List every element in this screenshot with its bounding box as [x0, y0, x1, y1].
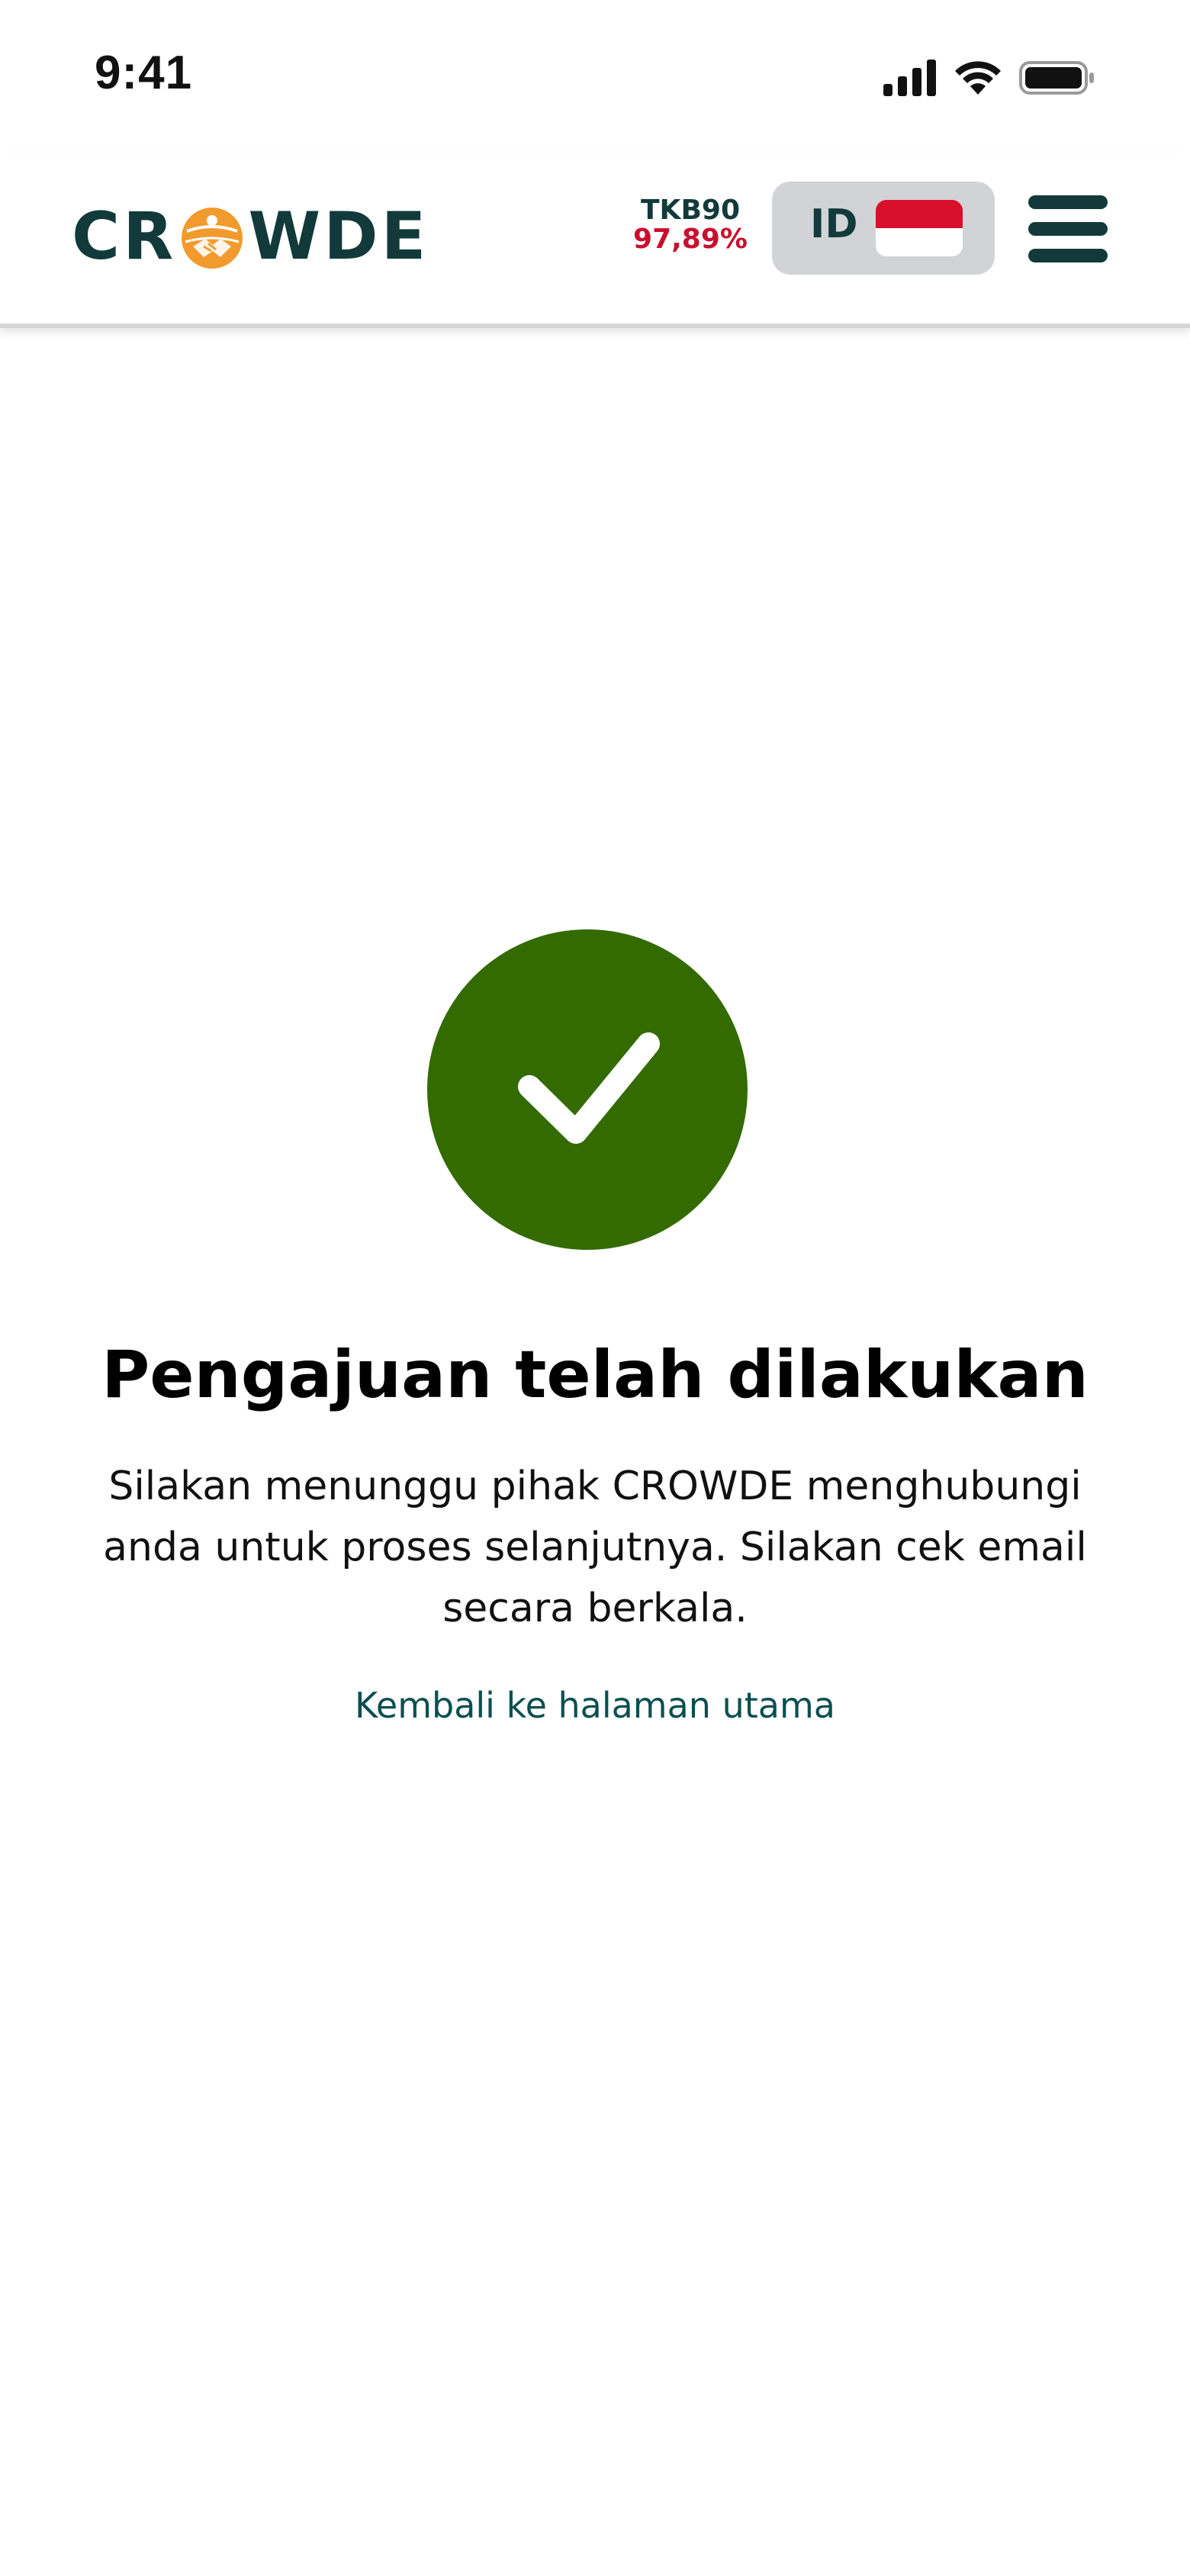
tkb-indicator: TKB90 97,89%	[626, 197, 755, 253]
handshake-globe-icon	[182, 208, 243, 269]
logo-text-start: CR	[72, 198, 177, 275]
checkmark-circle-icon	[427, 929, 748, 1250]
language-code: ID	[810, 201, 858, 247]
success-message: Silakan menunggu pihak CROWDE menghubung…	[103, 1463, 1087, 1631]
hamburger-menu-icon[interactable]	[1028, 195, 1108, 262]
app-header: CR WDE TKB90 97,89% ID	[0, 153, 1190, 328]
tkb-label: TKB90	[641, 195, 740, 226]
status-time: 9:41	[95, 47, 193, 99]
tkb-value: 97,89%	[633, 224, 748, 255]
success-title: Pengajuan telah dilakukan	[101, 1337, 1089, 1413]
back-to-home-link[interactable]: Kembali ke halaman utama	[0, 1685, 1190, 1726]
wifi-icon	[955, 61, 1001, 95]
battery-icon	[1019, 61, 1094, 95]
logo-text-end: WDE	[248, 198, 429, 275]
status-icons	[883, 55, 1095, 101]
language-switch-button[interactable]: ID	[772, 182, 995, 275]
crowde-logo[interactable]: CR WDE	[72, 198, 429, 275]
cellular-signal-icon	[883, 60, 936, 96]
checkmark-icon	[518, 1032, 660, 1144]
screen: 9:41 CR WDE TKB90 97,89% ID Pengajuan te…	[0, 0, 1190, 2576]
indonesia-flag-icon	[876, 200, 963, 256]
status-bar: 9:41	[0, 0, 1190, 153]
